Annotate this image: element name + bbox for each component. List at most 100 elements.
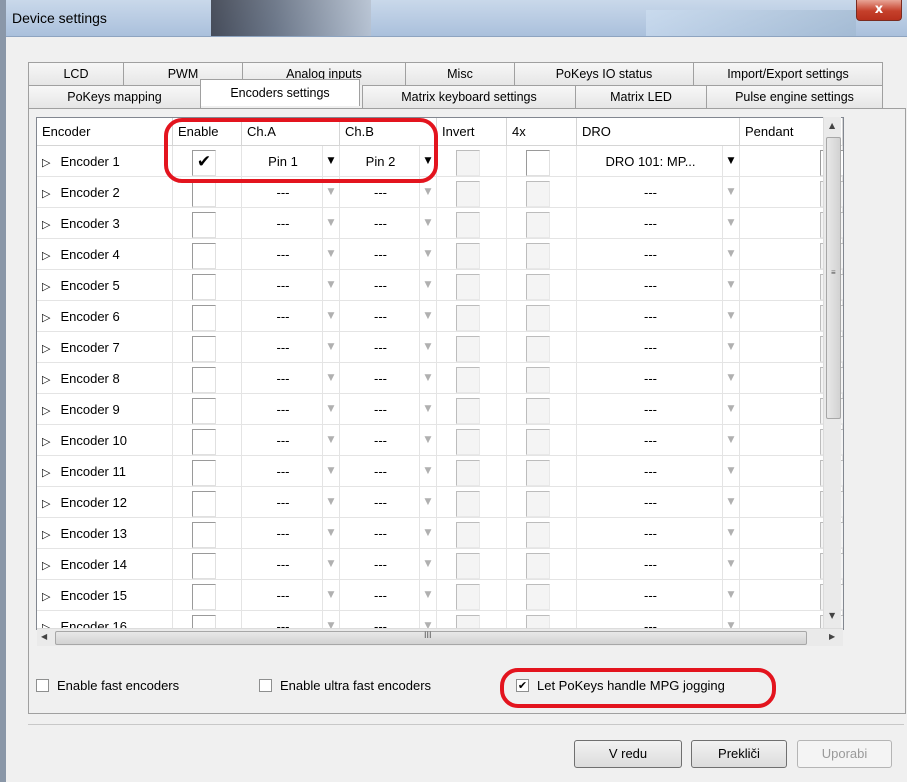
chb-combo[interactable]: --- ▼ xyxy=(340,177,437,208)
scroll-down-icon[interactable]: ▼ xyxy=(829,611,835,620)
invert-checkbox[interactable] xyxy=(456,336,480,362)
enable-checkbox[interactable] xyxy=(192,491,216,517)
apply-button[interactable]: Uporabi xyxy=(797,740,892,768)
chb-combo[interactable]: --- ▼ xyxy=(340,580,437,611)
dro-combo[interactable]: --- ▼ xyxy=(577,394,740,425)
dropdown-arrow-icon[interactable]: ▼ xyxy=(419,456,436,487)
column-header-chb[interactable]: Ch.B xyxy=(340,118,437,146)
dropdown-arrow-icon[interactable]: ▼ xyxy=(322,146,339,177)
dropdown-arrow-icon[interactable]: ▼ xyxy=(722,177,739,208)
expand-row-icon[interactable]: ▷ xyxy=(42,342,50,355)
enable-checkbox[interactable] xyxy=(192,398,216,424)
invert-checkbox[interactable] xyxy=(456,212,480,238)
4x-checkbox[interactable] xyxy=(526,367,550,393)
invert-checkbox[interactable] xyxy=(456,274,480,300)
tab-lcd[interactable]: LCD xyxy=(28,62,124,85)
dropdown-arrow-icon[interactable]: ▼ xyxy=(722,580,739,611)
chb-combo[interactable]: --- ▼ xyxy=(340,487,437,518)
dro-combo[interactable]: DRO 101: MP... ▼ xyxy=(577,146,740,177)
cha-combo[interactable]: --- ▼ xyxy=(242,456,340,487)
tab-pokeys-io-status[interactable]: PoKeys IO status xyxy=(514,62,694,85)
invert-checkbox[interactable] xyxy=(456,491,480,517)
cha-combo[interactable]: Pin 1 ▼ xyxy=(242,146,340,177)
4x-checkbox[interactable] xyxy=(526,212,550,238)
vertical-scroll-thumb[interactable]: ≡ xyxy=(826,137,841,419)
column-header-enable[interactable]: Enable xyxy=(173,118,242,146)
dropdown-arrow-icon[interactable]: ▼ xyxy=(419,580,436,611)
expand-row-icon[interactable]: ▷ xyxy=(42,156,50,169)
dropdown-arrow-icon[interactable]: ▼ xyxy=(322,301,339,332)
4x-checkbox[interactable] xyxy=(526,274,550,300)
tab-matrix-led[interactable]: Matrix LED xyxy=(575,85,707,108)
invert-checkbox[interactable] xyxy=(456,398,480,424)
close-button[interactable]: x xyxy=(856,0,902,21)
dropdown-arrow-icon[interactable]: ▼ xyxy=(322,270,339,301)
tab-pokeys-mapping[interactable]: PoKeys mapping xyxy=(28,85,201,108)
enable-checkbox[interactable] xyxy=(192,429,216,455)
chb-combo[interactable]: --- ▼ xyxy=(340,549,437,580)
4x-checkbox[interactable] xyxy=(526,429,550,455)
cha-combo[interactable]: --- ▼ xyxy=(242,332,340,363)
enable-checkbox[interactable] xyxy=(192,336,216,362)
dropdown-arrow-icon[interactable]: ▼ xyxy=(419,332,436,363)
dro-combo[interactable]: --- ▼ xyxy=(577,549,740,580)
dropdown-arrow-icon[interactable]: ▼ xyxy=(322,425,339,456)
4x-checkbox[interactable] xyxy=(526,522,550,548)
dropdown-arrow-icon[interactable]: ▼ xyxy=(322,487,339,518)
chb-combo[interactable]: --- ▼ xyxy=(340,208,437,239)
scroll-up-icon[interactable]: ▲ xyxy=(829,121,835,130)
cha-combo[interactable]: --- ▼ xyxy=(242,208,340,239)
chb-combo[interactable]: --- ▼ xyxy=(340,363,437,394)
dropdown-arrow-icon[interactable]: ▼ xyxy=(419,394,436,425)
expand-row-icon[interactable]: ▷ xyxy=(42,435,50,448)
4x-checkbox[interactable] xyxy=(526,398,550,424)
dropdown-arrow-icon[interactable]: ▼ xyxy=(322,177,339,208)
dro-combo[interactable]: --- ▼ xyxy=(577,270,740,301)
dropdown-arrow-icon[interactable]: ▼ xyxy=(722,332,739,363)
enable-checkbox[interactable] xyxy=(192,522,216,548)
cha-combo[interactable]: --- ▼ xyxy=(242,270,340,301)
dro-combo[interactable]: --- ▼ xyxy=(577,239,740,270)
cha-combo[interactable]: --- ▼ xyxy=(242,425,340,456)
dro-combo[interactable]: --- ▼ xyxy=(577,456,740,487)
enable-checkbox[interactable] xyxy=(192,181,216,207)
dropdown-arrow-icon[interactable]: ▼ xyxy=(722,301,739,332)
expand-row-icon[interactable]: ▷ xyxy=(42,218,50,231)
invert-checkbox[interactable] xyxy=(456,460,480,486)
enable-checkbox[interactable] xyxy=(192,212,216,238)
expand-row-icon[interactable]: ▷ xyxy=(42,528,50,541)
4x-checkbox[interactable] xyxy=(526,460,550,486)
dropdown-arrow-icon[interactable]: ▼ xyxy=(322,332,339,363)
column-header-4x[interactable]: 4x xyxy=(507,118,577,146)
dro-combo[interactable]: --- ▼ xyxy=(577,425,740,456)
cha-combo[interactable]: --- ▼ xyxy=(242,549,340,580)
dropdown-arrow-icon[interactable]: ▼ xyxy=(722,363,739,394)
dro-combo[interactable]: --- ▼ xyxy=(577,301,740,332)
enable-checkbox[interactable] xyxy=(192,243,216,269)
cha-combo[interactable]: --- ▼ xyxy=(242,363,340,394)
expand-row-icon[interactable]: ▷ xyxy=(42,497,50,510)
cha-combo[interactable]: --- ▼ xyxy=(242,580,340,611)
chb-combo[interactable]: --- ▼ xyxy=(340,301,437,332)
dropdown-arrow-icon[interactable]: ▼ xyxy=(722,487,739,518)
dropdown-arrow-icon[interactable]: ▼ xyxy=(322,208,339,239)
tab-matrix-keyboard-settings[interactable]: Matrix keyboard settings xyxy=(362,85,576,108)
dropdown-arrow-icon[interactable]: ▼ xyxy=(419,239,436,270)
enable-fast-encoders-checkbox[interactable] xyxy=(36,679,49,692)
4x-checkbox[interactable] xyxy=(526,491,550,517)
column-header-cha[interactable]: Ch.A xyxy=(242,118,340,146)
enable-checkbox[interactable] xyxy=(192,367,216,393)
dro-combo[interactable]: --- ▼ xyxy=(577,208,740,239)
enable-checkbox[interactable] xyxy=(192,274,216,300)
dropdown-arrow-icon[interactable]: ▼ xyxy=(419,270,436,301)
invert-checkbox[interactable] xyxy=(456,367,480,393)
dropdown-arrow-icon[interactable]: ▼ xyxy=(722,146,739,177)
dropdown-arrow-icon[interactable]: ▼ xyxy=(322,549,339,580)
chb-combo[interactable]: --- ▼ xyxy=(340,332,437,363)
expand-row-icon[interactable]: ▷ xyxy=(42,187,50,200)
chb-combo[interactable]: Pin 2 ▼ xyxy=(340,146,437,177)
cha-combo[interactable]: --- ▼ xyxy=(242,518,340,549)
4x-checkbox[interactable] xyxy=(526,336,550,362)
dropdown-arrow-icon[interactable]: ▼ xyxy=(322,363,339,394)
dropdown-arrow-icon[interactable]: ▼ xyxy=(419,363,436,394)
